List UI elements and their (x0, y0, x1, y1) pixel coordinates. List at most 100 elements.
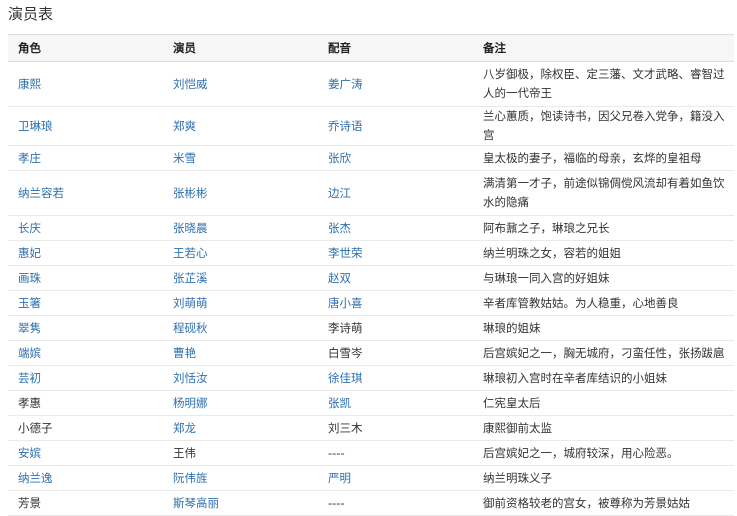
role-cell: 惠妃 (8, 240, 163, 266)
actor-link[interactable]: 曹艳 (173, 346, 196, 360)
actor-link[interactable]: 郑龙 (173, 421, 196, 435)
note-cell: 辛者库管教姑姑。为人稳重，心地善良 (473, 290, 734, 316)
note-cell: 御前资格较老的宫女，被尊称为芳景姑姑 (473, 490, 734, 516)
header-note: 备注 (473, 34, 734, 62)
actor-link[interactable]: 张晓晨 (173, 221, 208, 235)
actor-link[interactable]: 郑爽 (173, 119, 196, 133)
role-link[interactable]: 卫琳琅 (18, 119, 53, 133)
actor-link[interactable]: 米雪 (173, 151, 196, 165)
role-text: 小德子 (18, 420, 53, 435)
role-link[interactable]: 芸初 (18, 371, 41, 385)
actor-link[interactable]: 张芷溪 (173, 271, 208, 285)
actor-link[interactable]: 张彬彬 (173, 186, 208, 200)
voice-link[interactable]: 张杰 (328, 221, 351, 235)
note-cell: 阿布鼐之子，琳琅之兄长 (473, 215, 734, 241)
table-row: 纳兰逸 阮伟旌 严明 纳兰明珠义子 (8, 465, 734, 491)
note-cell: 琳琅初入宫时在辛者库结识的小姐妹 (473, 365, 734, 391)
voice-cell: 乔诗语 (318, 106, 473, 146)
role-cell: 玉箸 (8, 290, 163, 316)
table-row: 安嫔 王伟 ---- 后宫嫔妃之一，城府较深，用心险恶。 (8, 440, 734, 466)
actor-link[interactable]: 王若心 (173, 246, 208, 260)
table-row: 小德子 郑龙 刘三木 康熙御前太监 (8, 415, 734, 441)
role-link[interactable]: 端嫔 (18, 346, 41, 360)
table-row: 端嫔 曹艳 白雪岑 后宫嫔妃之一，胸无城府，刁蛮任性，张扬跋扈 (8, 340, 734, 366)
actor-link[interactable]: 刘恬汝 (173, 371, 208, 385)
role-link[interactable]: 玉箸 (18, 296, 41, 310)
actor-cell: 刘萌萌 (163, 290, 318, 316)
table-body: 康熙 刘恺威 姜广涛 八岁御极，除权臣、定三藩、文才武略、睿智过人的一代帝王卫琳琅 郑爽… (8, 61, 734, 516)
note-cell: 皇太极的妻子，福临的母亲，玄烨的皇祖母 (473, 145, 734, 171)
role-link[interactable]: 长庆 (18, 221, 41, 235)
role-text: 芳景 (18, 495, 41, 510)
actor-link[interactable]: 刘恺威 (173, 77, 208, 91)
actor-link[interactable]: 阮伟旌 (173, 471, 208, 485)
table-row: 孝庄 米雪 张欣 皇太极的妻子，福临的母亲，玄烨的皇祖母 (8, 145, 734, 171)
note-cell: 满清第一才子，前途似锦倜傥风流却有着如鱼饮水的隐痛 (473, 170, 734, 216)
voice-link[interactable]: 徐佳琪 (328, 371, 363, 385)
voice-cell: 张凯 (318, 390, 473, 416)
role-cell: 端嫔 (8, 340, 163, 366)
table-row: 芸初 刘恬汝 徐佳琪 琳琅初入宫时在辛者库结识的小姐妹 (8, 365, 734, 391)
note-cell: 八岁御极，除权臣、定三藩、文才武略、睿智过人的一代帝王 (473, 61, 734, 107)
note-cell: 仁宪皇太后 (473, 390, 734, 416)
voice-link[interactable]: 赵双 (328, 271, 351, 285)
role-link[interactable]: 翠隽 (18, 321, 41, 335)
voice-link[interactable]: 张凯 (328, 396, 351, 410)
actor-cell: 阮伟旌 (163, 465, 318, 491)
actor-link[interactable]: 程砚秋 (173, 321, 208, 335)
voice-cell: 李诗萌 (318, 315, 473, 341)
role-text: 孝惠 (18, 395, 41, 410)
actor-cell: 郑爽 (163, 106, 318, 146)
actor-cell: 刘恬汝 (163, 365, 318, 391)
voice-cell: 边江 (318, 170, 473, 216)
actor-link[interactable]: 斯琴高丽 (173, 496, 219, 510)
actor-link[interactable]: 杨明娜 (173, 396, 208, 410)
actor-link[interactable]: 刘萌萌 (173, 296, 208, 310)
role-cell: 芳景 (8, 490, 163, 516)
role-cell: 画珠 (8, 265, 163, 291)
header-actor: 演员 (163, 34, 318, 62)
voice-link[interactable]: 唐小喜 (328, 296, 363, 310)
actor-cell: 张彬彬 (163, 170, 318, 216)
voice-link[interactable]: 张欣 (328, 151, 351, 165)
voice-link[interactable]: 乔诗语 (328, 119, 363, 133)
role-cell: 翠隽 (8, 315, 163, 341)
cast-table: 角色 演员 配音 备注 康熙 刘恺威 姜广涛 八岁御极，除权臣、定三藩、文才武略、睿智… (8, 34, 734, 516)
table-row: 画珠 张芷溪 赵双 与琳琅一同入宫的好姐妹 (8, 265, 734, 291)
actor-text: 王伟 (173, 445, 196, 460)
role-link[interactable]: 纳兰逸 (18, 471, 53, 485)
actor-cell: 王伟 (163, 440, 318, 466)
voice-cell: 张欣 (318, 145, 473, 171)
voice-cell: 白雪岑 (318, 340, 473, 366)
role-cell: 长庆 (8, 215, 163, 241)
voice-cell: 赵双 (318, 265, 473, 291)
role-link[interactable]: 孝庄 (18, 151, 41, 165)
table-row: 孝惠 杨明娜 张凯 仁宪皇太后 (8, 390, 734, 416)
role-link[interactable]: 康熙 (18, 77, 41, 91)
actor-cell: 程砚秋 (163, 315, 318, 341)
voice-text: 刘三木 (328, 420, 363, 435)
role-cell: 安嫔 (8, 440, 163, 466)
role-link[interactable]: 纳兰容若 (18, 186, 64, 200)
actor-cell: 杨明娜 (163, 390, 318, 416)
voice-link[interactable]: 李世荣 (328, 246, 363, 260)
role-link[interactable]: 画珠 (18, 271, 41, 285)
role-cell: 孝庄 (8, 145, 163, 171)
note-cell: 兰心蕙质，饱读诗书，因父兄卷入党争，籍没入宫 (473, 106, 734, 146)
voice-cell: 严明 (318, 465, 473, 491)
table-row: 纳兰容若 张彬彬 边江 满清第一才子，前途似锦倜傥风流却有着如鱼饮水的隐痛 (8, 170, 734, 216)
voice-text: ---- (328, 495, 345, 510)
note-cell: 纳兰明珠义子 (473, 465, 734, 491)
voice-cell: ---- (318, 440, 473, 466)
table-row: 翠隽 程砚秋 李诗萌 琳琅的姐妹 (8, 315, 734, 341)
role-cell: 纳兰逸 (8, 465, 163, 491)
role-link[interactable]: 惠妃 (18, 246, 41, 260)
role-link[interactable]: 安嫔 (18, 446, 41, 460)
note-cell: 后宫嫔妃之一，城府较深，用心险恶。 (473, 440, 734, 466)
voice-link[interactable]: 姜广涛 (328, 77, 363, 91)
voice-text: 白雪岑 (328, 345, 363, 360)
voice-link[interactable]: 边江 (328, 186, 351, 200)
table-row: 惠妃 王若心 李世荣 纳兰明珠之女，容若的姐姐 (8, 240, 734, 266)
voice-link[interactable]: 严明 (328, 471, 351, 485)
actor-cell: 米雪 (163, 145, 318, 171)
